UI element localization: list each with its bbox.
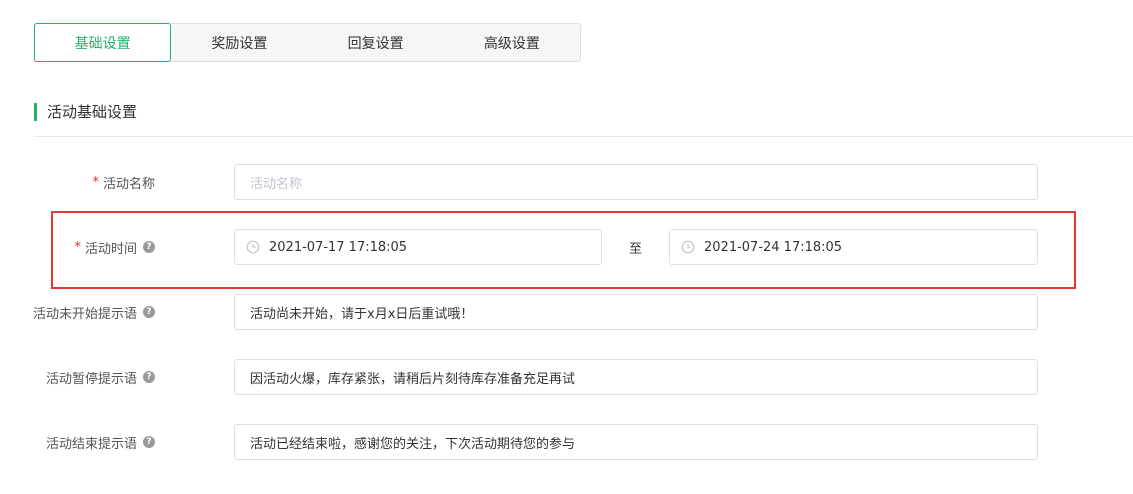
clock-icon [681,240,695,254]
end-time-value: 2021-07-24 17:18:05 [704,239,843,255]
question-circle-icon[interactable]: ? [143,241,155,253]
settings-page: 基础设置 奖励设置 回复设置 高级设置 活动基础设置 * 活动名称 活动名称 *… [0,0,1133,494]
end-time-picker[interactable]: 2021-07-24 17:18:05 [669,229,1038,265]
tab-reward-settings[interactable]: 奖励设置 [171,24,307,61]
ended-message-input[interactable]: 活动已经结束啦，感谢您的关注，下次活动期待您的参与 [234,424,1038,460]
paused-message-input[interactable]: 因活动火爆，库存紧张，请稍后片刻待库存准备充足再试 [234,359,1038,395]
tab-advanced-settings[interactable]: 高级设置 [444,24,580,61]
question-circle-icon[interactable]: ? [143,306,155,318]
paused-message-label: 活动暂停提示语 ? [46,359,155,395]
tab-basic-settings[interactable]: 基础设置 [34,23,172,62]
ended-label-text: 活动结束提示语 [45,436,137,452]
required-mark: * [92,174,99,190]
paused-label-text: 活动暂停提示语 [45,371,137,387]
form-row-activity-time: * 活动时间 ? 2021-07-17 17:18:05 至 2021-07-2… [0,229,1133,265]
activity-time-label-text: 活动时间 [84,241,137,257]
activity-name-input[interactable]: 活动名称 [234,164,1038,200]
section-header: 活动基础设置 [34,101,137,122]
section-divider [34,136,1133,137]
not-started-label-text: 活动未开始提示语 [32,306,137,322]
section-title: 活动基础设置 [47,103,138,121]
start-time-value: 2021-07-17 17:18:05 [269,239,408,255]
ended-message-label: 活动结束提示语 ? [46,424,155,460]
date-range-separator: 至 [629,241,643,257]
activity-name-label-text: 活动名称 [102,176,155,192]
form-row-not-started-message: 活动未开始提示语 ? 活动尚未开始，请于x月x日后重试哦！ [0,294,1133,330]
form-row-activity-name: * 活动名称 活动名称 [0,164,1133,200]
required-mark: * [74,239,81,255]
not-started-message-label: 活动未开始提示语 ? [33,294,155,330]
not-started-message-input[interactable]: 活动尚未开始，请于x月x日后重试哦！ [234,294,1038,330]
start-time-picker[interactable]: 2021-07-17 17:18:05 [234,229,602,265]
clock-icon [246,240,260,254]
settings-tabs: 基础设置 奖励设置 回复设置 高级设置 [34,23,581,62]
activity-time-label: * 活动时间 ? [74,229,155,265]
question-circle-icon[interactable]: ? [143,371,155,383]
question-circle-icon[interactable]: ? [143,436,155,448]
form-row-ended-message: 活动结束提示语 ? 活动已经结束啦，感谢您的关注，下次活动期待您的参与 [0,424,1133,460]
tab-reply-settings[interactable]: 回复设置 [308,24,444,61]
activity-name-label: * 活动名称 [92,164,155,200]
section-accent-bar [34,102,37,121]
form-row-paused-message: 活动暂停提示语 ? 因活动火爆，库存紧张，请稍后片刻待库存准备充足再试 [0,359,1133,395]
